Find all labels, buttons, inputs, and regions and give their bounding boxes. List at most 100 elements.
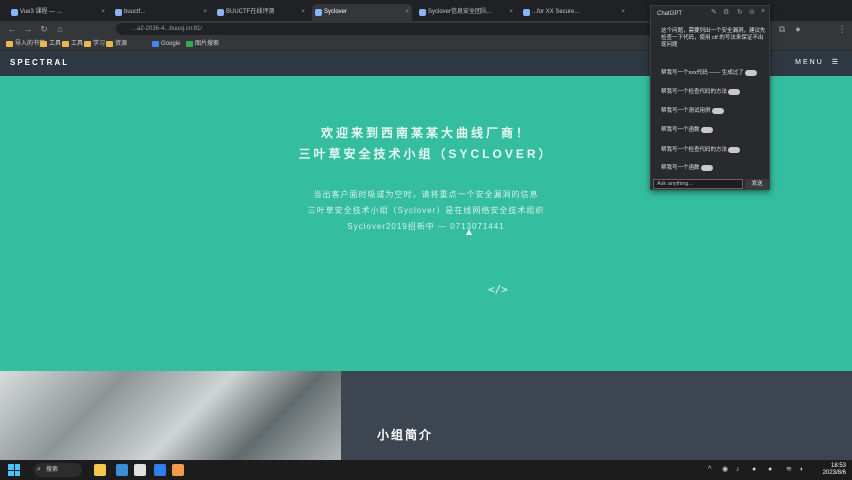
prompt-text: 帮我写一个函数 [661, 127, 700, 133]
code-icon[interactable]: </> [488, 283, 508, 296]
prompt-text: 帮我写一个检查代码的方法 [661, 147, 728, 153]
volume-icon[interactable]: ♪ [736, 466, 744, 474]
tab-favicon-icon [217, 9, 224, 16]
tab-favicon-icon [11, 9, 18, 16]
tab-close-icon[interactable]: × [621, 4, 625, 21]
tab-label: BUUCTF在线评测 [226, 9, 275, 15]
app-icon[interactable] [116, 464, 128, 476]
start-button[interactable] [8, 464, 20, 476]
bookmark-label: 工具 [71, 41, 84, 47]
bookmark-label: 图片搜索 [195, 41, 220, 47]
folder-icon [6, 41, 13, 47]
tab-6[interactable]: ...for XX Secure... × [520, 4, 628, 21]
tab-label: ...for XX Secure... [532, 9, 580, 15]
file-explorer-icon[interactable] [94, 464, 106, 476]
speaker-icon[interactable]: ◐ [800, 466, 808, 474]
tab-label: Syclover [324, 9, 348, 15]
extension-popup: ChatGPT ✎ ⚙ ↻ ⊝ × 这个问题，需要列出一个安全漏洞，建议先检查一… [650, 5, 770, 190]
app-icon[interactable] [172, 464, 184, 476]
network-icon[interactable]: ◉ [722, 466, 730, 474]
toggle-icon [728, 146, 741, 153]
intro-section: 小组简介 [341, 371, 852, 460]
toggle-icon [700, 126, 713, 133]
toggle-icon [711, 107, 724, 114]
profile-icon[interactable]: ● [792, 23, 804, 35]
tray-app-icon[interactable]: ● [752, 466, 760, 474]
tab-label: buuctf... [124, 9, 146, 15]
tab-close-icon[interactable]: × [301, 4, 305, 21]
tab-close-icon[interactable]: × [101, 4, 105, 21]
home-icon[interactable]: ⌂ [54, 23, 66, 35]
folder-icon [40, 41, 47, 47]
popup-close-icon[interactable]: × [761, 8, 765, 15]
wifi-icon[interactable]: ≋ [786, 466, 794, 474]
prompt-suggestion[interactable]: 帮我写一个函数 [661, 125, 713, 133]
clock[interactable]: 18:53 2023/8/6 [823, 463, 846, 477]
chevron-up-icon[interactable]: ^ [708, 466, 716, 474]
tab-close-icon[interactable]: × [405, 4, 409, 21]
tab-2[interactable]: buuctf... × [112, 4, 210, 21]
clock-date: 2023/8/6 [822, 470, 846, 476]
bookmark-label: 学习 [93, 41, 106, 47]
hero-desc-line1: 当出客户面时吸或为空时，请将重点一个安全漏洞的信息 [313, 190, 539, 199]
menu-label: MENU [795, 59, 824, 66]
tab-4[interactable]: Syclover × [312, 4, 412, 21]
prompt-text: 帮我写一个检查代码的方法 [661, 89, 728, 95]
prompt-suggestion[interactable]: 帮我写一个测试用例 [661, 106, 724, 114]
tab-favicon-icon [523, 9, 530, 16]
bookmark-item[interactable]: 资源 [106, 39, 127, 49]
taskbar-search[interactable]: ⌕ 搜索 [34, 463, 82, 477]
folder-icon [84, 41, 91, 47]
toggle-icon [744, 69, 757, 76]
bookmark-item[interactable]: 图片搜索 [186, 39, 219, 49]
browser-icon[interactable] [154, 464, 166, 476]
menu-button[interactable]: MENU ☰ [795, 58, 840, 66]
tab-close-icon[interactable]: × [203, 4, 207, 21]
popup-title: ChatGPT [657, 11, 683, 17]
extensions-icon[interactable]: ⧉ [776, 23, 788, 35]
tab-close-icon[interactable]: × [509, 4, 513, 21]
tab-1[interactable]: Vue3 课程 — ... × [8, 4, 108, 21]
text-editor-icon[interactable] [134, 464, 146, 476]
prompt-suggestion[interactable]: 帮我写一个xxx代码 —— 生成过了 [661, 68, 757, 76]
popup-refresh-icon[interactable]: ↻ [737, 8, 743, 16]
tab-favicon-icon [419, 9, 426, 16]
site-logo[interactable]: SPECTRAL [10, 58, 69, 67]
bookmark-label: 资源 [115, 41, 128, 47]
more-menu-icon[interactable]: ⋮ [836, 23, 848, 35]
tab-5[interactable]: Syclover信息安全团队... × [416, 4, 516, 21]
hero-desc-line2: 三叶草安全技术小组（Syclover）是在线网络安全技术组织 [307, 206, 545, 215]
forward-icon[interactable]: → [22, 23, 34, 35]
toggle-icon [700, 164, 713, 171]
chat-input[interactable]: Ask anything... [653, 179, 743, 189]
hero-desc-line3: Syclover2019招新中 — 0713071441 [347, 222, 505, 231]
image-icon [186, 41, 193, 47]
bookmark-label: Google [161, 41, 181, 47]
popup-pin-icon[interactable]: ✎ [711, 8, 717, 16]
prompt-suggestion[interactable]: 帮我写一个检查代码的方法 [661, 145, 741, 153]
search-icon: ⌕ [37, 466, 41, 473]
chat-input-placeholder: Ask anything... [657, 181, 694, 187]
reload-icon[interactable]: ↻ [38, 23, 50, 35]
clock-time: 18:53 [830, 463, 846, 469]
tray-app-icon[interactable]: ● [768, 466, 776, 474]
tab-3[interactable]: BUUCTF在线评测 × [214, 4, 308, 21]
popup-settings-icon[interactable]: ⚙ [723, 8, 729, 16]
tab-favicon-icon [315, 9, 322, 16]
bookmark-item[interactable]: Google [152, 39, 180, 49]
bookmark-item[interactable]: 学习 [84, 39, 105, 49]
bookmark-item[interactable]: 工具 [40, 39, 61, 49]
bookmark-item[interactable]: 工具 [62, 39, 83, 49]
taskbar: ⌕ 搜索 ^ ◉ ♪ ● ● ≋ ◐ 18:53 2023/8/6 [0, 460, 852, 480]
popup-minimize-icon[interactable]: ⊝ [749, 8, 755, 16]
address-bar[interactable]: ...a2-2036-4...buuoj.cn:81/ [116, 23, 676, 35]
tab-label: Syclover信息安全团队... [428, 9, 493, 15]
send-button[interactable]: 发送 [745, 179, 769, 189]
prompt-suggestion[interactable]: 帮我写一个函数 [661, 163, 713, 171]
back-icon[interactable]: ← [6, 23, 18, 35]
prompt-text: 帮我写一个测试用例 [661, 108, 711, 114]
prompt-suggestion[interactable]: 帮我写一个检查代码的方法 [661, 87, 741, 95]
section-title: 小组简介 [377, 428, 434, 442]
section-image [0, 371, 341, 460]
prompt-text: 帮我写一个xxx代码 —— 生成过了 [661, 70, 744, 76]
